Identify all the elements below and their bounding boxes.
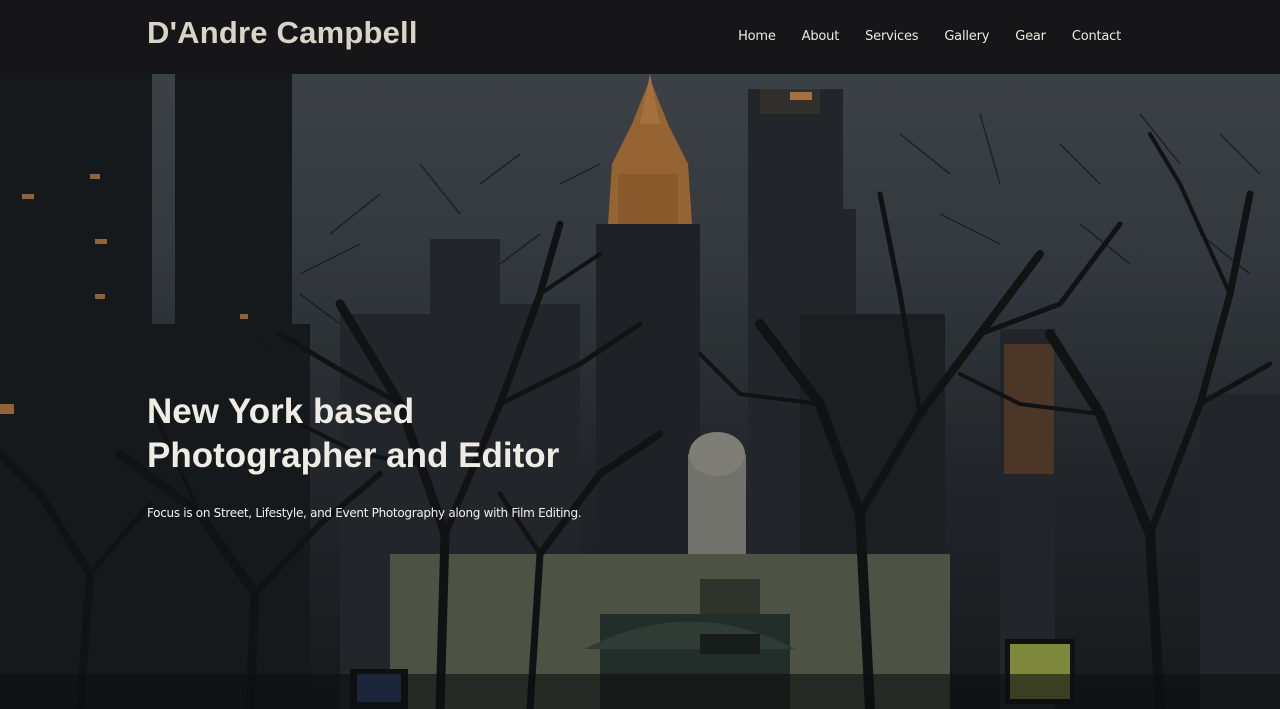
site-title-link[interactable]: D'Andre Campbell: [147, 15, 418, 51]
nav-gallery[interactable]: Gallery: [944, 29, 989, 44]
nav-gear[interactable]: Gear: [1015, 29, 1046, 44]
nav-home[interactable]: Home: [738, 29, 776, 44]
hero-headline: New York based Photographer and Editor: [147, 390, 607, 478]
hero-headline-line2: Photographer and Editor: [147, 436, 560, 475]
hero-tagline: Focus is on Street, Lifestyle, and Event…: [147, 506, 582, 520]
hero-section: New York based Photographer and Editor F…: [0, 74, 1280, 709]
main-nav: Home About Services Gallery Gear Contact: [738, 29, 1121, 44]
nav-about[interactable]: About: [802, 29, 840, 44]
site-header: D'Andre Campbell Home About Services Gal…: [0, 0, 1280, 74]
nav-services[interactable]: Services: [865, 29, 918, 44]
nav-contact[interactable]: Contact: [1072, 29, 1121, 44]
hero-text-block: New York based Photographer and Editor F…: [147, 390, 607, 520]
hero-headline-line1: New York based: [147, 392, 415, 431]
